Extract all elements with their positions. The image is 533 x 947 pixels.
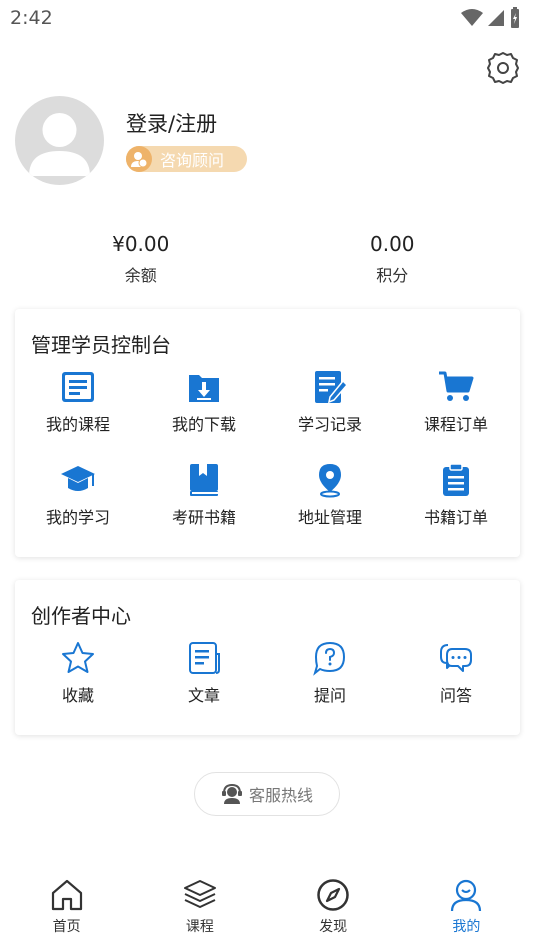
my-downloads-button[interactable]: 我的下载 [141,369,267,435]
consultant-badge[interactable]: 咨询顾问 [126,146,247,172]
tab-home-label: 首页 [52,919,81,935]
balance-label: 余额 [124,266,157,285]
points-label: 积分 [376,266,409,285]
tab-home[interactable]: 首页 [0,878,133,947]
book-icon [190,464,218,496]
battery-icon [511,7,519,28]
profile-info: 登录/注册 咨询顾问 [126,108,247,172]
download-folder-icon [189,375,219,402]
creator-center-card: 创作者中心 收藏 文章 提问 问答 [15,580,520,735]
status-bar: 2:42 [0,0,533,36]
login-register-link[interactable]: 登录/注册 [126,108,247,138]
course-orders-button[interactable]: 课程订单 [393,369,519,435]
cart-icon [439,371,474,401]
question-icon [313,641,346,676]
my-courses-label: 我的课程 [45,415,110,434]
settings-button[interactable] [485,50,521,86]
compass-icon [317,879,349,911]
default-avatar-icon [29,112,90,176]
my-downloads-label: 我的下载 [171,415,236,434]
creator-title: 创作者中心 [31,604,131,628]
tab-mine-label: 我的 [452,919,481,935]
study-record-icon [315,371,348,404]
creator-grid: 收藏 文章 提问 问答 [15,640,520,706]
account-stats: ¥0.00 余额 0.00 积分 [0,232,533,288]
status-icons [461,7,521,29]
exam-books-button[interactable]: 考研书籍 [141,462,267,528]
tab-courses[interactable]: 课程 [133,878,266,947]
address-management-label: 地址管理 [297,508,362,527]
clipboard-icon [443,463,469,496]
customer-hotline-button[interactable]: 客服热线 [194,772,340,816]
points-value: 0.00 [369,232,415,256]
course-list-icon [62,372,94,402]
home-icon [51,879,82,911]
status-time: 2:42 [10,7,53,29]
console-grid-row-1: 我的课程 我的下载 学习记录 课程订单 [15,369,520,435]
book-orders-button[interactable]: 书籍订单 [393,462,519,528]
location-pin-icon [319,464,341,498]
gear-icon [487,52,519,84]
bottom-tab-bar: 首页 课程 发现 我的 [0,878,533,947]
my-learning-label: 我的学习 [45,508,110,527]
consultant-label: 咨询顾问 [160,151,225,170]
consultant-icon [126,146,152,172]
study-records-button[interactable]: 学习记录 [267,369,393,435]
exam-books-label: 考研书籍 [171,508,236,527]
wifi-icon [461,9,483,26]
my-learning-button[interactable]: 我的学习 [15,462,141,528]
ask-question-button[interactable]: 提问 [267,640,393,706]
graduation-cap-icon [61,466,95,491]
headset-icon [221,783,242,804]
my-courses-button[interactable]: 我的课程 [15,369,141,435]
study-records-label: 学习记录 [297,415,362,434]
tab-courses-label: 课程 [185,919,214,935]
favorites-button[interactable]: 收藏 [15,640,141,706]
tab-mine[interactable]: 我的 [400,878,533,947]
hotline-label: 客服热线 [248,786,313,805]
book-orders-label: 书籍订单 [423,508,488,527]
console-title: 管理学员控制台 [31,333,171,357]
balance-stat[interactable]: ¥0.00 余额 [15,232,267,288]
chat-icon [440,644,472,672]
articles-button[interactable]: 文章 [141,640,267,706]
tab-discover[interactable]: 发现 [267,878,400,947]
balance-value: ¥0.00 [112,232,170,256]
tab-discover-label: 发现 [319,919,348,935]
console-grid-row-2: 我的学习 考研书籍 地址管理 书籍订单 [15,462,520,528]
signal-icon [488,10,504,26]
qa-button[interactable]: 问答 [393,640,519,706]
course-orders-label: 课程订单 [423,415,488,434]
article-icon [189,642,220,674]
profile-header: 登录/注册 咨询顾问 [15,95,518,185]
articles-label: 文章 [187,686,220,705]
layers-icon [183,880,216,908]
address-management-button[interactable]: 地址管理 [267,462,393,528]
star-icon [62,642,94,673]
user-icon [451,879,482,912]
favorites-label: 收藏 [61,686,94,705]
avatar[interactable] [15,95,104,185]
points-stat[interactable]: 0.00 积分 [267,232,519,288]
ask-question-label: 提问 [313,686,346,705]
student-console-card: 管理学员控制台 我的课程 我的下载 学习记录 课程订单 我的学习 考研书籍 地址… [15,309,520,557]
qa-label: 问答 [439,686,472,705]
